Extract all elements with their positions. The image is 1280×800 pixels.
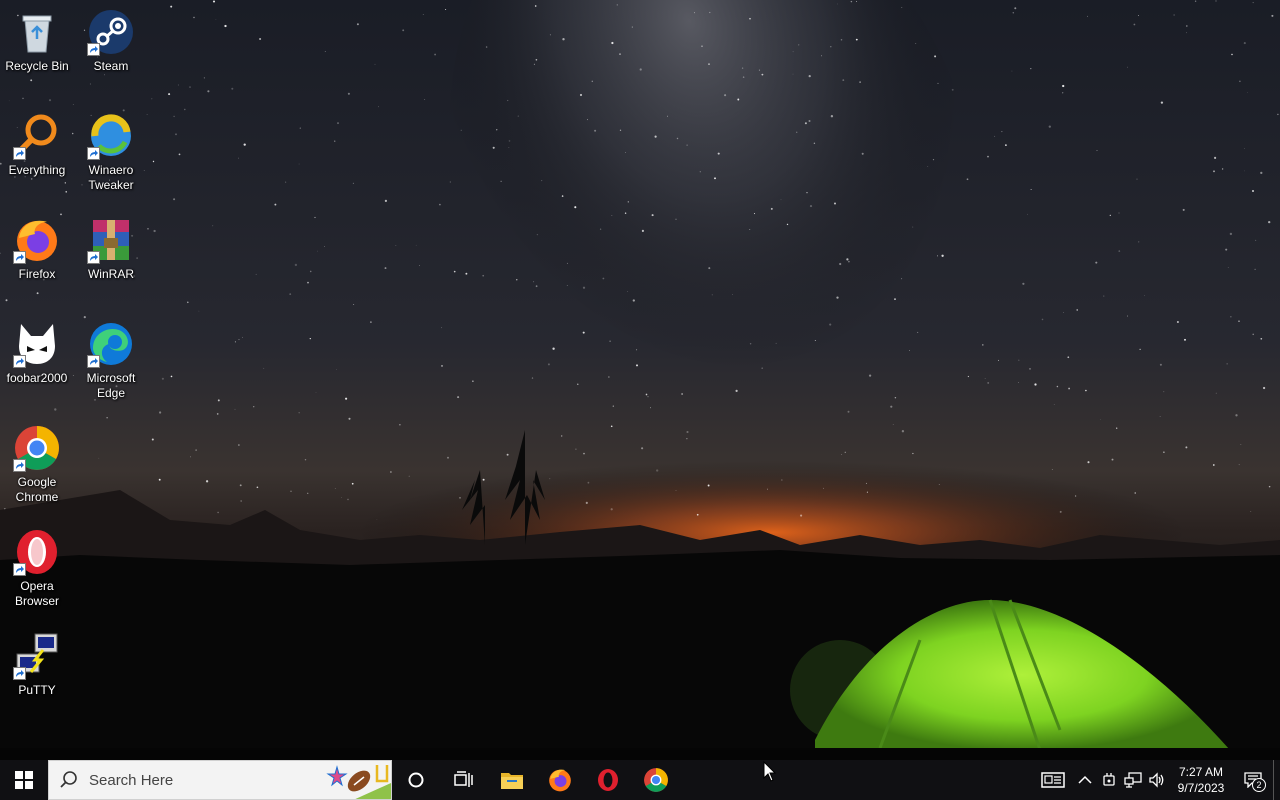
windows-logo-icon	[15, 771, 33, 789]
desktop-icon-label: PuTTY	[18, 683, 56, 697]
desktop-icon-label: Google Chrome	[15, 475, 59, 504]
desktop-icon-foobar2000[interactable]: foobar2000	[0, 320, 74, 386]
action-center-button[interactable]: 2	[1233, 760, 1273, 800]
taskbar: 7:27 AM 9/7/2023 2	[0, 760, 1280, 800]
speaker-volume-icon	[1149, 772, 1164, 788]
desktop-icon-opera-browser[interactable]: Opera Browser	[0, 528, 74, 609]
shortcut-arrow-icon	[13, 563, 26, 576]
desktop-area: Recycle Bin Steam Everything Winaero Twe…	[0, 0, 1280, 760]
taskbar-clock[interactable]: 7:27 AM 9/7/2023	[1169, 764, 1233, 796]
notification-count-badge: 2	[1252, 778, 1266, 792]
shortcut-arrow-icon	[13, 355, 26, 368]
taskbar-file-explorer[interactable]	[488, 760, 536, 800]
shortcut-arrow-icon	[87, 147, 100, 160]
edge-icon	[87, 320, 135, 368]
desktop-icon-label: Recycle Bin	[5, 59, 69, 73]
desktop-icon-steam[interactable]: Steam	[74, 8, 148, 74]
winrar-icon	[87, 216, 135, 264]
clock-date: 9/7/2023	[1177, 781, 1225, 795]
desktop-icon-winrar[interactable]: WinRAR	[74, 216, 148, 282]
opera-icon	[13, 528, 61, 576]
everything-search-icon	[13, 112, 61, 160]
shortcut-arrow-icon	[13, 459, 26, 472]
shortcut-arrow-icon	[87, 43, 100, 56]
desktop-icon-label: Opera Browser	[14, 579, 59, 608]
recycle-bin-icon	[13, 8, 61, 56]
start-button[interactable]	[0, 760, 48, 800]
taskbar-firefox[interactable]	[536, 760, 584, 800]
desktop-icon-google-chrome[interactable]: Google Chrome	[0, 424, 74, 505]
desktop-icon-everything[interactable]: Everything	[0, 112, 74, 178]
show-desktop-button[interactable]	[1273, 760, 1280, 800]
cortana-circle-icon	[408, 772, 424, 788]
firefox-icon	[13, 216, 61, 264]
task-view-button[interactable]	[440, 760, 488, 800]
putty-icon	[13, 632, 61, 680]
desktop-icon-label: Winaero Tweaker	[88, 163, 134, 192]
shortcut-arrow-icon	[13, 667, 26, 680]
desktop-icon-winaero-tweaker[interactable]: Winaero Tweaker	[74, 112, 148, 193]
firefox-icon	[549, 769, 571, 792]
cortana-button[interactable]	[392, 760, 440, 800]
news-icon	[1041, 772, 1065, 788]
winaero-tweaker-icon	[87, 112, 135, 160]
desktop-icon-label: Everything	[8, 163, 66, 177]
desktop-icon-label: WinRAR	[87, 267, 134, 281]
desktop-icon-label: foobar2000	[6, 371, 68, 385]
news-and-interests-button[interactable]	[1033, 760, 1073, 800]
desktop-icon-putty[interactable]: PuTTY	[0, 632, 74, 698]
chrome-icon	[13, 424, 61, 472]
chrome-icon	[644, 768, 668, 792]
desktop-icon-label: Firefox	[18, 267, 56, 281]
desktop-icon-recycle-bin[interactable]: Recycle Bin	[0, 8, 74, 74]
tray-device-button[interactable]	[1097, 760, 1121, 800]
show-hidden-icons-button[interactable]	[1073, 760, 1097, 800]
taskbar-chrome[interactable]	[632, 760, 680, 800]
shortcut-arrow-icon	[13, 147, 26, 160]
shortcut-arrow-icon	[13, 251, 26, 264]
network-wired-icon	[1124, 772, 1142, 788]
shortcut-arrow-icon	[87, 355, 100, 368]
device-icon	[1103, 773, 1115, 786]
mouse-cursor-icon	[763, 761, 777, 782]
desktop-icon-microsoft-edge[interactable]: Microsoft Edge	[74, 320, 148, 401]
foobar2000-icon	[13, 320, 61, 368]
taskbar-opera[interactable]	[584, 760, 632, 800]
search-icon	[60, 771, 77, 788]
chevron-up-icon	[1078, 775, 1092, 784]
desktop-icon-label: Microsoft Edge	[86, 371, 136, 400]
search-input[interactable]	[87, 770, 291, 790]
system-tray: 7:27 AM 9/7/2023 2	[1033, 760, 1280, 800]
shortcut-arrow-icon	[87, 251, 100, 264]
task-view-icon	[454, 771, 473, 787]
taskbar-search-box[interactable]	[48, 760, 392, 800]
network-button[interactable]	[1121, 760, 1145, 800]
desktop-icon-label: Steam	[93, 59, 129, 73]
desktop-icon-firefox[interactable]: Firefox	[0, 216, 74, 282]
file-explorer-icon	[501, 773, 523, 789]
opera-icon	[598, 769, 618, 791]
volume-button[interactable]	[1145, 760, 1169, 800]
steam-icon	[87, 8, 135, 56]
clock-time: 7:27 AM	[1178, 765, 1224, 779]
search-highlight-football-icon	[321, 761, 391, 799]
